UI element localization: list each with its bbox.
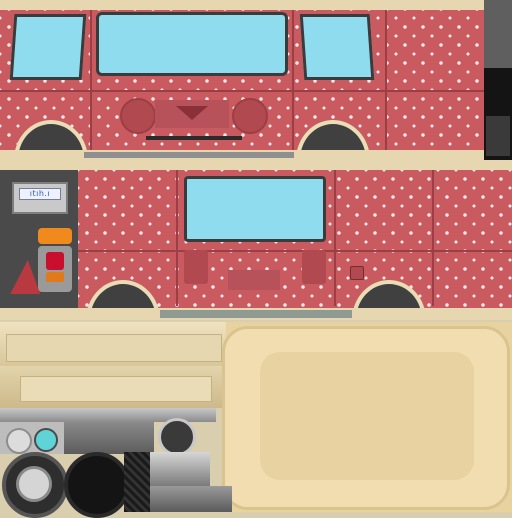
tail-light-amber-icon	[46, 272, 64, 282]
rear-edge-strip	[484, 0, 512, 68]
front-left-window	[9, 14, 87, 80]
side-vent-right	[302, 250, 326, 284]
texture-atlas: ıtıh.ı	[0, 0, 512, 518]
tail-light-red-icon	[46, 252, 64, 270]
orange-lamp	[38, 228, 72, 244]
front-bumper-slot	[146, 136, 242, 140]
side-line-a	[176, 170, 178, 306]
left-headlight	[120, 98, 156, 134]
side-belt-line	[78, 250, 512, 252]
dial-cyan-icon	[34, 428, 58, 452]
front-sill-shadow	[84, 152, 294, 158]
front-belt-line	[0, 90, 484, 92]
dial-grey-icon	[6, 428, 32, 454]
front-panel-line-right	[292, 10, 294, 150]
floor-mat-center	[260, 352, 474, 480]
front-windshield	[96, 12, 288, 76]
side-line-b	[334, 170, 336, 306]
bench-seat-top-inner	[6, 334, 222, 362]
side-window	[184, 176, 326, 242]
engine-block	[64, 422, 154, 454]
rear-edge-block	[486, 116, 510, 156]
front-right-window	[299, 14, 375, 80]
side-vent-left	[184, 250, 208, 284]
front-top-trim	[0, 0, 484, 10]
front-panel-line-right2	[385, 10, 387, 150]
grille-chevron-icon	[176, 106, 208, 120]
sign-body-text: ıtıh.ı	[29, 189, 51, 198]
front-panel-line-left	[90, 10, 92, 150]
tire-icon	[64, 452, 130, 518]
gauge-icon	[158, 418, 196, 456]
fuel-cap-icon	[350, 266, 364, 280]
wheel-hub-cap-icon	[16, 466, 52, 502]
sign-screen: ıtıh.ı	[19, 188, 61, 200]
door-handle	[228, 270, 280, 290]
middle-top-trim	[0, 160, 512, 170]
side-sill-shadow	[160, 310, 352, 318]
exhaust-part	[150, 452, 210, 486]
dash-sign: ıtıh.ı	[12, 182, 68, 214]
tire-tread	[124, 452, 150, 512]
side-line-c	[432, 170, 434, 306]
muffler-part	[150, 486, 232, 512]
right-headlight	[232, 98, 268, 134]
bench-seat-mid-inner	[20, 376, 212, 402]
